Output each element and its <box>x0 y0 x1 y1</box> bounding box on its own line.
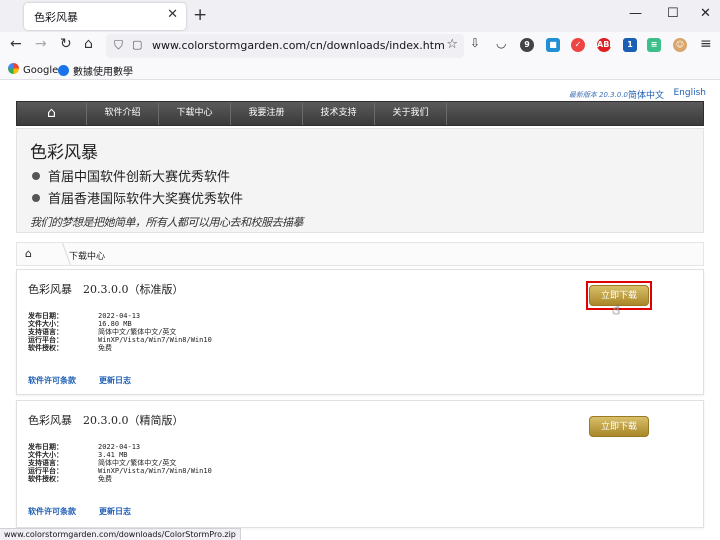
extension-icon-1[interactable]: 9 <box>520 38 534 52</box>
tab-title: 色彩风暴 <box>34 11 78 24</box>
lang-en-link[interactable]: English <box>674 88 707 98</box>
download-card-lite: 色彩风暴 20.3.0.0（精简版） 发布日期： 2022-04-13 文件大小：… <box>16 400 704 528</box>
downloads-icon[interactable]: ⇩ <box>470 36 480 50</box>
nav-register[interactable]: 我要注册 <box>231 102 303 125</box>
slogan: 我们的梦想是把她简单，所有人都可以用心去和校服去描摹 <box>30 216 304 229</box>
card-meta: 发布日期： 2022-04-13 文件大小： 3.41 MB 支持语言： 简体中文/繁… <box>28 443 212 483</box>
banner-title: 色彩风暴 <box>30 143 98 163</box>
banner: 色彩风暴 首届中国软件创新大赛优秀软件 首届香港国际软件大奖赛优秀软件 我们的梦… <box>16 128 704 233</box>
bookmark-data-math[interactable]: 數據使用數學 <box>58 63 133 78</box>
tab-close-icon[interactable]: ✕ <box>167 7 178 22</box>
menu-icon[interactable]: ≡ <box>700 36 712 52</box>
window-close-icon[interactable]: ✕ <box>700 6 711 21</box>
browser-tab-bar: 色彩风暴 ✕ + — ☐ ✕ <box>0 0 720 32</box>
breadcrumb: ⌂ 下载中心 <box>16 242 704 266</box>
card-title: 色彩风暴 20.3.0.0（精简版） <box>28 414 184 427</box>
bullet-icon <box>32 194 40 202</box>
url-text[interactable]: www.colorstormgarden.com/cn/downloads/in… <box>152 39 445 52</box>
breadcrumb-separator <box>48 243 72 265</box>
bullet-icon <box>32 172 40 180</box>
license-link[interactable]: 软件许可条款 <box>28 506 76 517</box>
nav-support[interactable]: 技术支持 <box>303 102 375 125</box>
award-item: 首届香港国际软件大奖赛优秀软件 <box>32 188 243 207</box>
breadcrumb-home-icon[interactable]: ⌂ <box>25 247 32 260</box>
bookmark-google[interactable]: Google <box>8 63 58 76</box>
page-info-icon[interactable]: ▢ <box>132 38 142 51</box>
hand-cursor-icon: ☝ <box>612 303 620 318</box>
status-bar-url: www.colorstormgarden.com/downloads/Color… <box>0 528 241 540</box>
extension-icon-5[interactable]: 1 <box>623 38 637 52</box>
page-content: 最新版本 20.3.0.0 简体中文 English ⌂ 软件介绍 下载中心 我… <box>0 80 720 540</box>
breadcrumb-current: 下载中心 <box>69 252 106 262</box>
google-icon <box>8 63 19 74</box>
extension-icon-2[interactable]: ■ <box>546 38 560 52</box>
award-item: 首届中国软件创新大赛优秀软件 <box>32 166 230 185</box>
minimize-icon[interactable]: — <box>629 6 642 21</box>
bookmark-globe-icon <box>58 65 69 76</box>
lang-zh-link[interactable]: 简体中文 <box>628 88 664 101</box>
download-button-lite[interactable]: 立即下载 <box>589 416 649 437</box>
forward-icon[interactable]: → <box>35 36 47 52</box>
pocket-icon[interactable]: ◡ <box>496 36 506 50</box>
main-nav: ⌂ 软件介绍 下载中心 我要注册 技术支持 关于我们 <box>16 101 704 126</box>
browser-tab[interactable]: 色彩风暴 ✕ <box>24 3 186 30</box>
home-icon[interactable]: ⌂ <box>84 36 93 52</box>
url-bar[interactable]: ⛉ ▢ www.colorstormgarden.com/cn/download… <box>106 34 464 58</box>
nav-download-center[interactable]: 下载中心 <box>159 102 231 125</box>
bookmarks-bar: Google 數據使用數學 <box>0 60 720 80</box>
nav-home-icon[interactable]: ⌂ <box>17 102 87 125</box>
extension-icon-6[interactable]: ≡ <box>647 38 661 52</box>
card-meta: 发布日期： 2022-04-13 文件大小： 16.80 MB 支持语言： 简体中文/… <box>28 312 212 352</box>
maximize-icon[interactable]: ☐ <box>667 6 679 21</box>
nav-software-intro[interactable]: 软件介绍 <box>87 102 159 125</box>
download-card-standard: 色彩风暴 20.3.0.0（标准版） 发布日期： 2022-04-13 文件大小：… <box>16 269 704 395</box>
adblock-icon[interactable]: ABP <box>597 38 615 52</box>
license-link[interactable]: 软件许可条款 <box>28 375 76 386</box>
reload-icon[interactable]: ↻ <box>60 36 72 52</box>
latest-version-label: 最新版本 20.3.0.0 <box>568 91 628 99</box>
extension-icon-7[interactable]: ☺ <box>673 38 687 52</box>
back-icon[interactable]: ← <box>10 36 22 52</box>
changelog-link[interactable]: 更新日志 <box>99 375 131 386</box>
tracking-shield-icon[interactable]: ⛉ <box>114 38 123 53</box>
nav-about[interactable]: 关于我们 <box>375 102 447 125</box>
bookmark-star-icon[interactable]: ☆ <box>446 37 458 52</box>
card-title: 色彩风暴 20.3.0.0（标准版） <box>28 283 184 296</box>
extension-icon-3[interactable]: ✓ <box>571 38 585 52</box>
changelog-link[interactable]: 更新日志 <box>99 506 131 517</box>
new-tab-icon[interactable]: + <box>193 5 207 25</box>
